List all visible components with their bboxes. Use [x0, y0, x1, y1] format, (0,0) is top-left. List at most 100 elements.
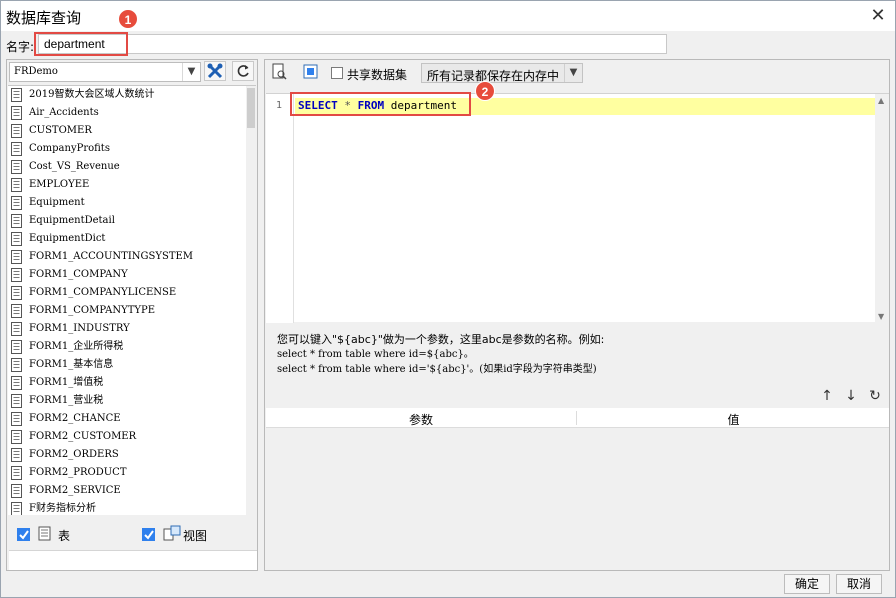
table-list-item[interactable]: 2019智数大会区域人数统计: [8, 86, 246, 104]
datasource-select[interactable]: FRDemo ▼: [9, 62, 201, 82]
show-tables-checkbox[interactable]: [17, 528, 30, 541]
table-name: CompanyProfits: [29, 143, 110, 154]
table-list-item[interactable]: FORM1_企业所得税: [8, 338, 246, 356]
scroll-down-icon[interactable]: ▼: [878, 312, 884, 321]
table-list-item[interactable]: FORM1_ACCOUNTINGSYSTEM: [8, 248, 246, 266]
check-icon: [19, 530, 29, 540]
table-list-item[interactable]: FORM1_INDUSTRY: [8, 320, 246, 338]
table-icon: [11, 376, 22, 390]
table-list-item[interactable]: EMPLOYEE: [8, 176, 246, 194]
annotation-badge-2: 2: [475, 81, 495, 101]
show-views-checkbox[interactable]: [142, 528, 155, 541]
editor-scrollbar[interactable]: ▲ ▼: [875, 94, 889, 323]
table-name: F财务指标分析: [29, 503, 96, 514]
table-list-item[interactable]: FORM1_增值税: [8, 374, 246, 392]
table-name: FORM2_ORDERS: [29, 449, 119, 460]
table-name: EMPLOYEE: [29, 179, 90, 190]
table-icon: [11, 430, 22, 444]
table-name: FORM1_COMPANYLICENSE: [29, 287, 177, 298]
table-list-item[interactable]: FORM1_营业税: [8, 392, 246, 410]
table-icon: [11, 178, 22, 192]
table-list-item[interactable]: FORM1_COMPANYTYPE: [8, 302, 246, 320]
table-list-item[interactable]: FORM1_基本信息: [8, 356, 246, 374]
table-icon: [11, 160, 22, 174]
table-name: CUSTOMER: [29, 125, 92, 136]
table-list-item[interactable]: CUSTOMER: [8, 122, 246, 140]
name-input[interactable]: department: [38, 34, 667, 54]
table-name: FORM2_SERVICE: [29, 485, 121, 496]
show-tables-label: 表: [58, 529, 71, 543]
query-editor-panel: 共享数据集 所有记录都保存在内存中 ▼ 1 SELECT * FROM depa…: [264, 59, 890, 571]
shared-dataset-label: 共享数据集: [347, 68, 408, 82]
table-icon: [11, 484, 22, 498]
table-list-item[interactable]: Equipment: [8, 194, 246, 212]
chevron-down-icon: ▼: [564, 64, 582, 82]
table-list-item[interactable]: F财务指标分析: [8, 500, 246, 515]
table-list-item[interactable]: Cost_VS_Revenue: [8, 158, 246, 176]
table-name: FORM1_INDUSTRY: [29, 323, 130, 334]
table-list-item[interactable]: EquipmentDict: [8, 230, 246, 248]
table-icon: [11, 340, 22, 354]
column-header-value[interactable]: 值: [578, 411, 889, 428]
scrollbar-thumb[interactable]: [247, 88, 255, 128]
shared-dataset-checkbox[interactable]: [331, 67, 343, 79]
check-icon: [144, 530, 154, 540]
table-name: FORM2_CUSTOMER: [29, 431, 137, 442]
table-list-item[interactable]: FORM2_CHANCE: [8, 410, 246, 428]
table-icon: [38, 526, 51, 541]
connection-settings-button[interactable]: [204, 61, 226, 81]
table-name: FORM1_COMPANYTYPE: [29, 305, 156, 316]
sql-editor[interactable]: 1 SELECT * FROM department ▲ ▼: [266, 93, 889, 323]
datasource-value: FRDemo: [14, 66, 58, 77]
table-name: EquipmentDict: [29, 233, 106, 244]
refresh-params-icon[interactable]: ↻: [865, 386, 885, 406]
query-toolbar: 共享数据集 所有记录都保存在内存中 ▼: [265, 60, 889, 86]
table-name: FORM1_ACCOUNTINGSYSTEM: [29, 251, 194, 262]
table-list-item[interactable]: FORM2_PRODUCT: [8, 464, 246, 482]
table-icon: [11, 502, 22, 515]
refresh-tables-button[interactable]: [232, 61, 254, 81]
table-icon: [11, 142, 22, 156]
table-list-item[interactable]: FORM2_ORDERS: [8, 446, 246, 464]
memory-mode-value: 所有记录都保存在内存中: [427, 69, 560, 83]
table-icon: [11, 196, 22, 210]
sql-star: *: [344, 99, 351, 112]
sql-code[interactable]: SELECT * FROM department: [298, 99, 457, 112]
table-icon: [11, 466, 22, 480]
view-icon: [163, 525, 181, 541]
column-header-param[interactable]: 参数: [266, 411, 577, 427]
table-list-scrollbar[interactable]: [246, 86, 256, 515]
table-list-item[interactable]: CompanyProfits: [8, 140, 246, 158]
table-list-item[interactable]: FORM2_CUSTOMER: [8, 428, 246, 446]
table-list: 2019智数大会区域人数统计 Air_Accidents CUSTOMER Compa…: [8, 85, 256, 515]
memory-mode-select[interactable]: 所有记录都保存在内存中 ▼: [421, 63, 583, 83]
table-list-item[interactable]: FORM1_COMPANYLICENSE: [8, 284, 246, 302]
table-list-item[interactable]: Air_Accidents: [8, 104, 246, 122]
cancel-button[interactable]: 取消: [836, 574, 882, 594]
annotation-badge-1: 1: [118, 9, 138, 29]
preview-button[interactable]: [269, 63, 289, 83]
table-name: FORM1_企业所得税: [29, 341, 124, 352]
table-search-input[interactable]: [9, 550, 257, 570]
ok-button[interactable]: 确定: [784, 574, 830, 594]
move-down-icon[interactable]: ↓: [841, 386, 861, 406]
table-list-item[interactable]: FORM1_COMPANY: [8, 266, 246, 284]
table-name: 2019智数大会区域人数统计: [29, 89, 155, 100]
table-name: Cost_VS_Revenue: [29, 161, 120, 172]
table-icon: [11, 268, 22, 282]
scroll-up-icon[interactable]: ▲: [878, 96, 884, 105]
table-name: Equipment: [29, 197, 85, 208]
table-icon: [11, 322, 22, 336]
table-icon: [11, 304, 22, 318]
table-icon: [11, 214, 22, 228]
tools-icon: [207, 63, 223, 79]
close-icon[interactable]: ✕: [867, 5, 889, 27]
sql-builder-button[interactable]: [301, 63, 321, 83]
table-name: Air_Accidents: [29, 107, 99, 118]
table-name: FORM1_营业税: [29, 395, 104, 406]
table-list-item[interactable]: FORM2_SERVICE: [8, 482, 246, 500]
move-up-icon[interactable]: ↑: [817, 386, 837, 406]
table-filter-area: 表 视图: [8, 516, 257, 570]
table-list-item[interactable]: EquipmentDetail: [8, 212, 246, 230]
table-icon: [11, 250, 22, 264]
